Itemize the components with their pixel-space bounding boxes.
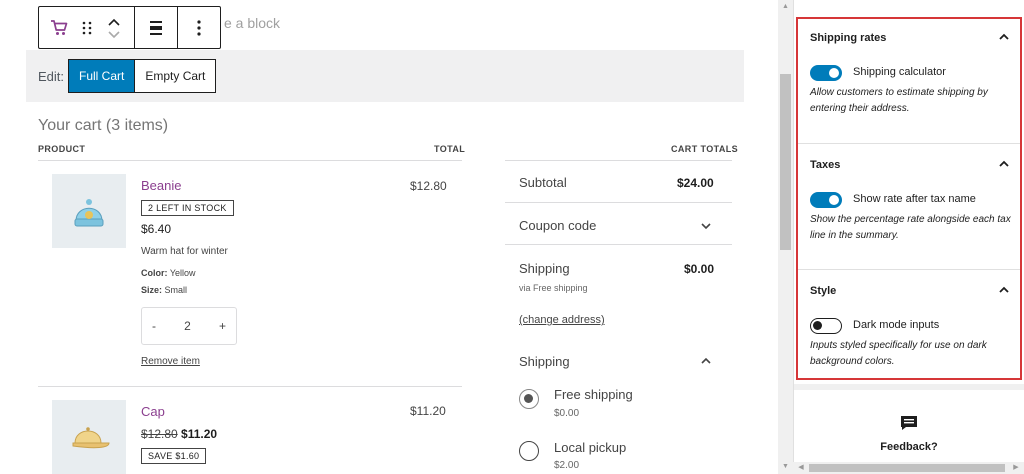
save-badge: SAVE $1.60 xyxy=(141,448,207,464)
style-panel: Style Dark mode inputs Inputs styled spe… xyxy=(798,269,1020,378)
stock-badge: 2 LEFT IN STOCK xyxy=(141,200,234,216)
move-up-down-icon[interactable] xyxy=(102,16,126,40)
totals-header-divider xyxy=(505,160,732,161)
editor-scrollbar[interactable]: ▲ ▼ xyxy=(778,0,793,474)
sidebar-divider xyxy=(794,384,1024,390)
quantity-decrease-button[interactable]: - xyxy=(152,319,156,333)
feedback-comment-icon xyxy=(899,416,919,436)
shipping-calculator-help: Allow customers to estimate shipping by … xyxy=(810,87,988,114)
coupon-chevron-down-icon[interactable] xyxy=(700,219,712,231)
show-rate-after-tax-name-toggle[interactable] xyxy=(810,192,842,208)
show-rate-help: Show the percentage rate alongside each … xyxy=(810,214,1011,241)
quantity-increase-button[interactable]: + xyxy=(219,319,226,333)
block-toolbar xyxy=(38,6,221,49)
show-rate-after-tax-name-label: Show rate after tax name xyxy=(853,193,976,205)
local-pickup-radio[interactable] xyxy=(519,441,539,461)
taxes-panel: Taxes Show rate after tax name Show the … xyxy=(798,143,1020,269)
shipping-via-text: via Free shipping xyxy=(519,283,588,293)
shipping-rates-panel-title[interactable]: Shipping rates xyxy=(810,32,886,44)
beanie-image xyxy=(52,174,126,248)
highlighted-settings-panels: Shipping rates Shipping calculator Allow… xyxy=(796,17,1022,380)
feedback-label: Feedback? xyxy=(880,441,938,453)
taxes-panel-title[interactable]: Taxes xyxy=(810,159,840,171)
view-switcher-bar: Edit: Full Cart Empty Cart xyxy=(26,50,744,102)
scroll-up-arrow-icon[interactable]: ▲ xyxy=(778,0,793,14)
shipping-chevron-up-icon[interactable] xyxy=(700,354,712,366)
coupon-code-toggle[interactable]: Coupon code xyxy=(519,218,596,233)
quantity-stepper: - 2 + xyxy=(141,307,237,345)
edit-label: Edit: xyxy=(38,68,65,84)
feedback-button[interactable]: Feedback? xyxy=(854,414,964,453)
dark-mode-inputs-toggle[interactable] xyxy=(810,318,842,334)
beanie-unit-price: $6.40 xyxy=(141,222,172,236)
panel-collapse-chevron-up-icon[interactable] xyxy=(998,157,1010,169)
scroll-down-arrow-icon[interactable]: ▼ xyxy=(778,460,793,474)
free-shipping-label: Free shipping xyxy=(554,387,633,402)
change-address-link[interactable]: (change address) xyxy=(519,314,605,326)
beanie-color-meta: Color: Yellow xyxy=(141,268,196,278)
cap-price: $12.80 $11.20 xyxy=(141,427,217,441)
shipping-label: Shipping xyxy=(519,261,570,276)
block-settings-sidebar: Shipping rates Shipping calculator Allow… xyxy=(793,0,1024,474)
scroll-right-arrow-icon[interactable]: ▶ xyxy=(1010,462,1022,474)
style-panel-title[interactable]: Style xyxy=(810,285,836,297)
cap-image xyxy=(52,400,126,474)
more-options-button[interactable] xyxy=(178,7,220,48)
shipping-options-label: Shipping xyxy=(519,354,570,369)
cap-line-total: $11.20 xyxy=(410,404,446,418)
subtotal-value: $24.00 xyxy=(677,176,714,190)
scrollbar-thumb[interactable] xyxy=(780,74,791,250)
remove-item-link[interactable]: Remove item xyxy=(141,356,200,367)
header-divider xyxy=(38,160,462,161)
block-placeholder-text: e a block xyxy=(224,15,281,31)
shipping-rates-panel: Shipping rates Shipping calculator Allow… xyxy=(798,19,1020,143)
editor-canvas: e a block Edit: Full Cart Empty Cart You… xyxy=(0,0,778,474)
shipping-value: $0.00 xyxy=(684,262,715,276)
cap-old-price: $12.80 xyxy=(141,427,178,441)
shipping-calculator-toggle[interactable] xyxy=(810,65,842,81)
item-divider xyxy=(38,386,462,387)
cart-block-icon[interactable] xyxy=(47,16,71,40)
horizontal-scrollbar-thumb[interactable] xyxy=(809,464,1005,472)
beanie-product-link[interactable]: Beanie xyxy=(141,178,181,193)
cart-totals-header: CART TOTALS xyxy=(671,144,739,154)
sidebar-horizontal-scrollbar[interactable]: ◀ ▶ xyxy=(793,462,1024,474)
free-shipping-price: $0.00 xyxy=(554,408,580,419)
more-vertical-icon xyxy=(187,16,211,40)
empty-cart-view-button[interactable]: Empty Cart xyxy=(134,59,217,93)
subtotal-divider xyxy=(505,202,732,203)
beanie-size-meta: Size: Small xyxy=(141,285,188,295)
cap-product-link[interactable]: Cap xyxy=(141,404,165,419)
dark-mode-inputs-help: Inputs styled specifically for use on da… xyxy=(810,340,987,367)
panel-collapse-chevron-up-icon[interactable] xyxy=(998,283,1010,295)
scroll-left-arrow-icon[interactable]: ◀ xyxy=(795,462,807,474)
beanie-description: Warm hat for winter xyxy=(141,246,228,257)
shipping-calculator-label: Shipping calculator xyxy=(853,66,946,78)
beanie-line-total: $12.80 xyxy=(410,179,447,193)
cap-new-price: $11.20 xyxy=(181,427,218,441)
panel-collapse-chevron-up-icon[interactable] xyxy=(998,30,1010,42)
total-column-header: TOTAL xyxy=(434,144,466,154)
full-cart-view-button[interactable]: Full Cart xyxy=(68,59,136,93)
align-wide-icon xyxy=(144,16,168,40)
drag-handle-icon[interactable] xyxy=(75,16,99,40)
cart-title: Your cart (3 items) xyxy=(38,117,169,134)
align-button[interactable] xyxy=(135,7,178,48)
product-column-header: PRODUCT xyxy=(38,144,86,154)
coupon-divider xyxy=(505,244,732,245)
local-pickup-label: Local pickup xyxy=(554,440,627,455)
free-shipping-radio[interactable] xyxy=(519,389,539,409)
local-pickup-price: $2.00 xyxy=(554,460,580,471)
quantity-value[interactable]: 2 xyxy=(184,319,191,333)
block-toolbar-group-main xyxy=(39,7,135,48)
subtotal-label: Subtotal xyxy=(519,175,567,190)
dark-mode-inputs-label: Dark mode inputs xyxy=(853,319,940,331)
